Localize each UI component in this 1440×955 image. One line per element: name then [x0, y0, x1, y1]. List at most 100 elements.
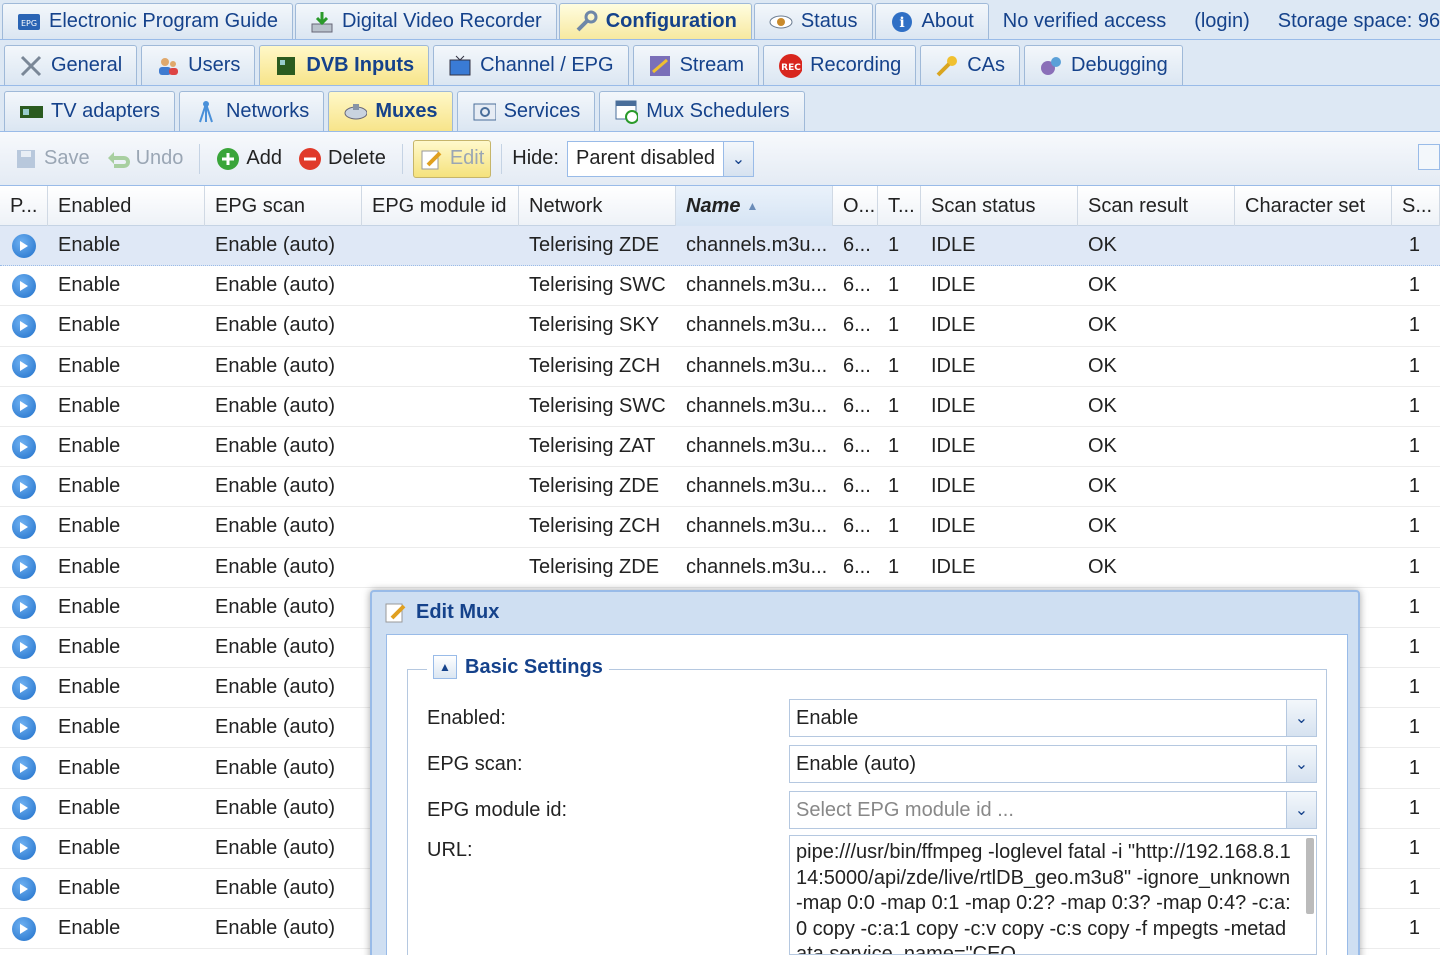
header-col-scan-result[interactable]: Scan result: [1078, 186, 1235, 226]
play-cell[interactable]: [0, 434, 48, 459]
tab-muxes[interactable]: Muxes: [328, 91, 453, 131]
table-row[interactable]: Enable Enable (auto) Telerising ZDE channel…: [0, 226, 1440, 267]
header-col-scan-status[interactable]: Scan status: [921, 186, 1078, 226]
header-col-epg-scan[interactable]: EPG scan: [205, 186, 362, 226]
play-icon[interactable]: [12, 715, 36, 740]
table-row[interactable]: Enable Enable (auto) Telerising ZDE channel…: [0, 467, 1440, 508]
edit-button[interactable]: Edit: [412, 139, 492, 178]
play-cell[interactable]: [0, 836, 48, 861]
dialog-title-bar[interactable]: Edit Mux: [372, 592, 1358, 632]
header-col-p[interactable]: P...: [0, 186, 48, 226]
header-col-epg-module[interactable]: EPG module id: [362, 186, 519, 226]
tab-recording[interactable]: REC Recording: [763, 45, 917, 85]
tab-general[interactable]: General: [4, 45, 138, 85]
table-row[interactable]: Enable Enable (auto) Telerising ZCH channel…: [0, 507, 1440, 548]
tab-about[interactable]: i About: [874, 3, 989, 39]
epg-module-select[interactable]: Select EPG module id ... ⌄: [789, 791, 1317, 829]
chevron-down-icon[interactable]: ⌄: [1286, 700, 1316, 736]
chevron-down-icon[interactable]: ⌄: [1286, 746, 1316, 782]
collapse-up-icon[interactable]: ▲: [433, 655, 457, 679]
columns-menu-icon[interactable]: [1418, 144, 1440, 170]
play-cell[interactable]: [0, 715, 48, 740]
add-button[interactable]: Add: [210, 140, 288, 178]
save-button[interactable]: Save: [8, 140, 96, 178]
play-icon[interactable]: [12, 675, 36, 700]
tab-epg[interactable]: EPG Electronic Program Guide: [2, 3, 293, 39]
login-link[interactable]: (login): [1180, 3, 1264, 39]
play-cell[interactable]: [0, 514, 48, 539]
hide-select[interactable]: Parent disabled ⌄: [566, 140, 754, 177]
epg-scan-select[interactable]: Enable (auto) ⌄: [789, 745, 1317, 783]
delete-button[interactable]: Delete: [292, 140, 392, 178]
play-icon[interactable]: [12, 876, 36, 901]
play-cell[interactable]: [0, 233, 48, 258]
header-col-o[interactable]: O...: [833, 186, 878, 226]
table-row[interactable]: Enable Enable (auto) Telerising ZCH channel…: [0, 347, 1440, 387]
tab-configuration[interactable]: Configuration: [558, 3, 752, 39]
header-label: S...: [1402, 194, 1433, 217]
header-col-t[interactable]: T...: [878, 186, 921, 226]
play-cell[interactable]: [0, 273, 48, 298]
play-cell[interactable]: [0, 675, 48, 700]
play-icon[interactable]: [12, 635, 36, 660]
tab-status[interactable]: Status: [753, 3, 873, 39]
tab-users[interactable]: Users: [141, 45, 256, 85]
header-col-network[interactable]: Network: [519, 186, 676, 226]
table-row[interactable]: Enable Enable (auto) Telerising ZDE channel…: [0, 548, 1440, 588]
play-icon[interactable]: [12, 836, 36, 861]
play-icon[interactable]: [12, 595, 36, 620]
info-icon: i: [890, 10, 914, 34]
cell-o: 6...: [843, 475, 871, 498]
tab-networks[interactable]: Networks: [178, 91, 325, 131]
play-cell[interactable]: [0, 313, 48, 338]
tab-cas[interactable]: CAs: [920, 45, 1021, 85]
tab-dvb-inputs[interactable]: DVB Inputs: [259, 45, 430, 85]
play-icon[interactable]: [12, 273, 36, 298]
play-cell[interactable]: [0, 474, 48, 499]
enabled-select[interactable]: Enable ⌄: [789, 699, 1317, 737]
tab-dvr[interactable]: Digital Video Recorder: [294, 3, 557, 39]
play-cell[interactable]: [0, 354, 48, 379]
play-icon[interactable]: [12, 916, 36, 941]
tab-debugging[interactable]: Debugging: [1024, 45, 1183, 85]
header-col-enabled[interactable]: Enabled: [48, 186, 205, 226]
play-icon[interactable]: [12, 313, 36, 338]
play-cell[interactable]: [0, 796, 48, 821]
header-col-charset[interactable]: Character set: [1235, 186, 1392, 226]
play-cell[interactable]: [0, 876, 48, 901]
basic-settings-legend[interactable]: ▲ Basic Settings: [427, 655, 609, 679]
play-icon[interactable]: [12, 796, 36, 821]
tab-mux-schedulers[interactable]: Mux Schedulers: [599, 91, 805, 131]
play-cell[interactable]: [0, 394, 48, 419]
chevron-down-icon[interactable]: ⌄: [1286, 792, 1316, 828]
play-icon[interactable]: [12, 474, 36, 499]
header-col-name[interactable]: Name ▲: [676, 186, 833, 226]
play-icon[interactable]: [12, 514, 36, 539]
table-row[interactable]: Enable Enable (auto) Telerising SKY channel…: [0, 306, 1440, 347]
play-icon[interactable]: [12, 756, 36, 781]
tab-channel-epg[interactable]: Channel / EPG: [433, 45, 629, 85]
tab-tv-adapters[interactable]: TV adapters: [4, 91, 175, 131]
play-cell[interactable]: [0, 595, 48, 620]
play-cell[interactable]: [0, 635, 48, 660]
url-textarea[interactable]: pipe:///usr/bin/ffmpeg -loglevel fatal -…: [789, 835, 1317, 955]
cell-s: 1: [1408, 314, 1420, 337]
play-icon[interactable]: [12, 394, 36, 419]
play-cell[interactable]: [0, 916, 48, 941]
tab-services[interactable]: Services: [456, 91, 596, 131]
textarea-scrollbar[interactable]: [1306, 838, 1314, 914]
cell-s: 1: [1408, 796, 1420, 819]
header-col-s[interactable]: S...: [1392, 186, 1440, 226]
tab-stream[interactable]: Stream: [632, 45, 760, 85]
table-row[interactable]: Enable Enable (auto) Telerising SWC channel…: [0, 266, 1440, 307]
play-icon[interactable]: [12, 434, 36, 459]
play-cell[interactable]: [0, 555, 48, 580]
undo-button[interactable]: Undo: [100, 140, 190, 178]
table-row[interactable]: Enable Enable (auto) Telerising ZAT channel…: [0, 427, 1440, 468]
play-icon[interactable]: [12, 354, 36, 379]
play-icon[interactable]: [12, 233, 36, 258]
chevron-down-icon[interactable]: ⌄: [722, 141, 753, 176]
play-cell[interactable]: [0, 756, 48, 781]
table-row[interactable]: Enable Enable (auto) Telerising SWC channel…: [0, 387, 1440, 427]
play-icon[interactable]: [12, 555, 36, 580]
